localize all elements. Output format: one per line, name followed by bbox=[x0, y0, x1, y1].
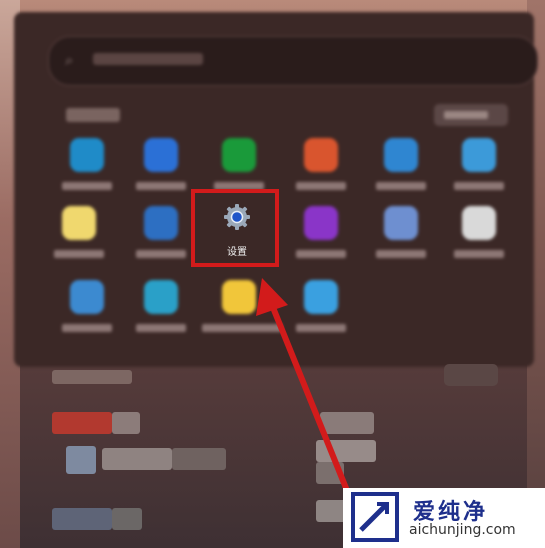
watermark-url: aichunjing.com bbox=[409, 522, 516, 538]
watermark-logo: 爱纯净 aichunjing.com bbox=[343, 488, 545, 548]
logo-mark-icon bbox=[351, 492, 399, 542]
red-arrow-annotation bbox=[256, 278, 353, 501]
